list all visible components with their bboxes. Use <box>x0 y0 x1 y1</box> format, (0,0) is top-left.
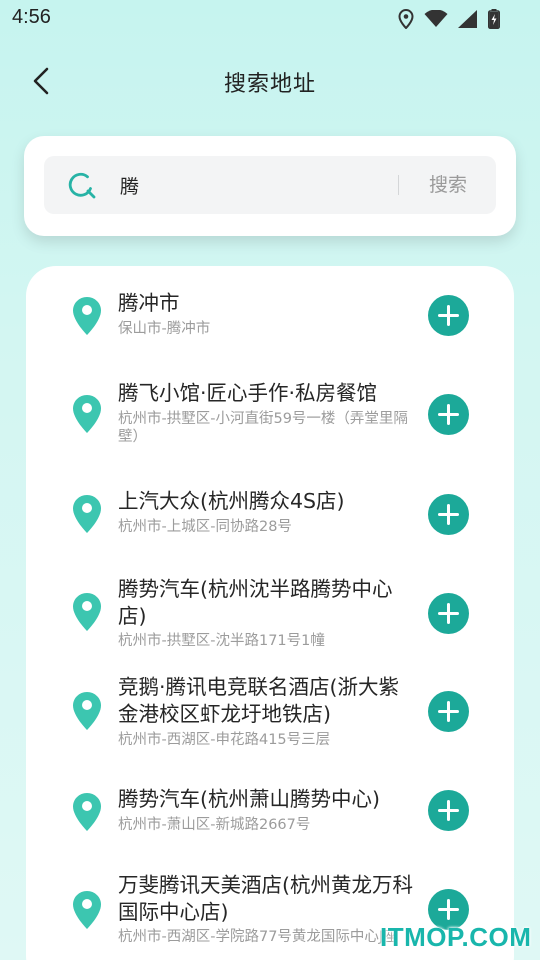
map-pin-icon <box>73 793 101 831</box>
result-title: 腾势汽车(杭州沈半路腾势中心店) <box>118 577 393 628</box>
result-title: 竞鹅·腾讯电竞联名酒店(浙大紫金港校区虾龙圩地铁店) <box>118 675 400 726</box>
map-pin-icon <box>73 692 101 730</box>
map-pin-icon <box>73 297 101 335</box>
result-item[interactable]: 腾冲市 保山市-腾冲市 <box>26 286 514 382</box>
results-list: 腾冲市 保山市-腾冲市 腾飞小馆·匠心手作·私房餐馆 杭州市-拱墅区-小河直街5… <box>26 266 514 960</box>
header: 搜索地址 <box>0 56 540 108</box>
search-card: 搜索 <box>24 136 516 236</box>
search-icon <box>68 172 96 199</box>
add-button[interactable] <box>428 790 469 831</box>
result-subtitle: 保山市-腾冲市 <box>118 321 211 337</box>
result-title: 腾飞小馆·匠心手作·私房餐馆 <box>118 381 378 405</box>
result-title: 腾势汽车(杭州萧山腾势中心) <box>118 787 380 811</box>
result-title: 上汽大众(杭州腾众4S店) <box>118 489 345 513</box>
result-subtitle: 杭州市-西湖区-学院路77号黄龙国际中心J座 <box>118 929 398 945</box>
wifi-icon <box>424 10 448 27</box>
result-subtitle: 杭州市-西湖区-申花路415号三层 <box>118 732 331 748</box>
add-button[interactable] <box>428 691 469 732</box>
map-pin-icon <box>73 495 101 533</box>
search-divider <box>398 175 399 195</box>
status-icons <box>398 8 500 30</box>
watermark: ITMOP.COM <box>380 922 532 952</box>
map-pin-icon <box>73 891 101 929</box>
add-button[interactable] <box>428 295 469 336</box>
result-item[interactable]: 竞鹅·腾讯电竞联名酒店(浙大紫金港校区虾龙圩地铁店) 杭州市-西湖区-申花路41… <box>26 674 514 770</box>
result-item[interactable]: 腾势汽车(杭州萧山腾势中心) 杭州市-萧山区-新城路2667号 <box>26 782 514 878</box>
result-item[interactable]: 上汽大众(杭州腾众4S店) 杭州市-上城区-同协路28号 <box>26 484 514 580</box>
result-title: 万斐腾讯天美酒店(杭州黄龙万科国际中心店) <box>118 873 413 924</box>
cell-signal-icon <box>458 10 477 28</box>
result-subtitle: 杭州市-上城区-同协路28号 <box>118 519 292 535</box>
add-button[interactable] <box>428 593 469 634</box>
add-button[interactable] <box>428 394 469 435</box>
search-input[interactable] <box>120 168 380 202</box>
map-pin-icon <box>73 593 101 631</box>
location-icon <box>398 9 414 29</box>
result-subtitle: 杭州市-萧山区-新城路2667号 <box>118 817 311 833</box>
search-box: 搜索 <box>44 156 496 214</box>
search-button[interactable]: 搜索 <box>412 168 484 202</box>
status-time: 4:56 <box>12 6 51 28</box>
result-item[interactable]: 腾势汽车(杭州沈半路腾势中心店) 杭州市-拱墅区-沈半路171号1幢 <box>26 574 514 670</box>
result-subtitle: 杭州市-拱墅区-沈半路171号1幢 <box>118 633 325 649</box>
status-bar: 4:56 <box>0 0 540 40</box>
add-button[interactable] <box>428 494 469 535</box>
battery-charging-icon <box>488 9 500 29</box>
map-pin-icon <box>73 395 101 433</box>
result-subtitle: 杭州市-拱墅区-小河直街59号一楼（弄堂里隔壁） <box>118 411 408 445</box>
result-item[interactable]: 腾飞小馆·匠心手作·私房餐馆 杭州市-拱墅区-小河直街59号一楼（弄堂里隔壁） <box>26 374 514 470</box>
page-title: 搜索地址 <box>223 72 316 97</box>
result-title: 腾冲市 <box>118 291 180 315</box>
